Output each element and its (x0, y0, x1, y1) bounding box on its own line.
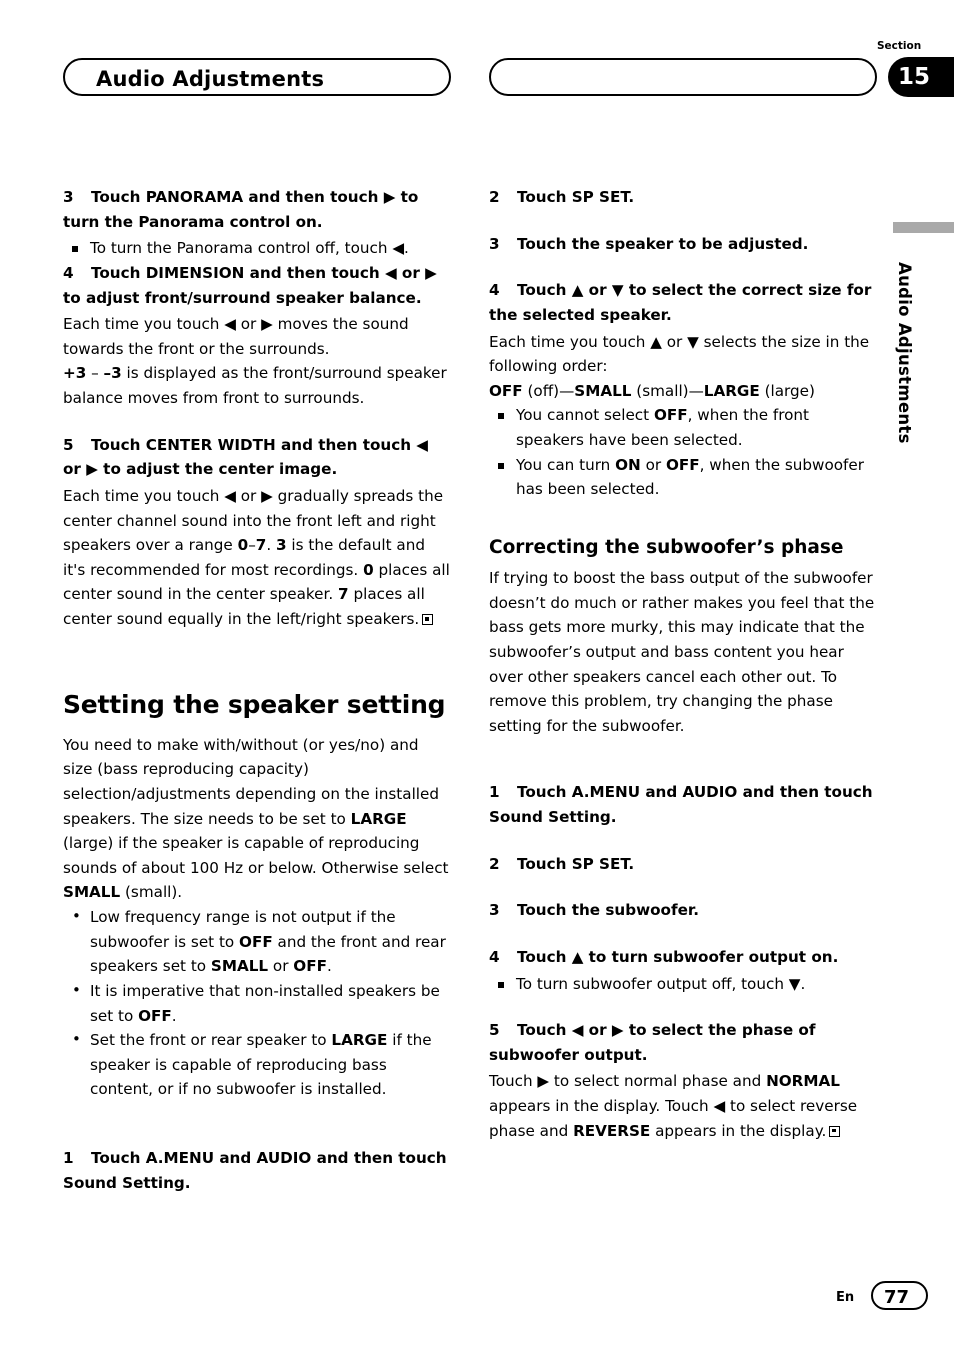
range-dash: – (91, 364, 99, 383)
left-step-4: 4 Touch DIMENSION and then touch ◀ or ▶ t… (63, 261, 450, 310)
speaker-bullet-2: It is imperative that non-installed spea… (63, 978, 450, 1028)
phase-step-1: 1 Touch A.MENU and AUDIO and then touch S… (489, 780, 876, 829)
left-step-1-number: 1 (63, 1149, 74, 1167)
section-number: 15 (898, 64, 931, 90)
range-high: +3 (63, 364, 87, 383)
left-step-5-number: 5 (63, 435, 74, 454)
left-step-4-body-2: +3 – –3 is displayed as the front/surrou… (63, 361, 450, 410)
right-step-2-number: 2 (489, 188, 500, 206)
phase-step-1-number: 1 (489, 783, 500, 802)
page-number: 77 (884, 1287, 910, 1308)
right-step-4-note-1: You cannot select OFF, when the front sp… (489, 403, 876, 452)
left-step-4-text: Touch DIMENSION and then touch ◀ or ▶ to… (63, 263, 437, 307)
speaker-bullet-1: Low frequency range is not output if the… (63, 904, 450, 979)
right-step-3: 3 Touch the speaker to be adjusted. (489, 232, 876, 257)
right-column: 2 Touch SP SET. 3 Touch the speaker to be … (489, 185, 876, 1143)
phase-step-5: 5 Touch ◀ or ▶ to select the phase of sub… (489, 1018, 876, 1067)
footer-page-badge: 77 (871, 1281, 928, 1310)
heading-correcting-subwoofer-phase: Correcting the subwoofer’s phase (489, 536, 844, 558)
left-column: 3 Touch PANORAMA and then touch ▶ to turn… (63, 185, 450, 1197)
right-step-4-text: Touch ▲ or ▼ to select the correct size … (489, 281, 872, 324)
phase-step-5-body: Touch ▶ to select normal phase and NORMA… (489, 1072, 858, 1140)
phase-step-4-note: To turn subwoofer output off, touch ▼. (489, 972, 876, 997)
left-step-3-note: To turn the Panorama control off, touch … (63, 236, 450, 261)
phase-step-3-text: Touch the subwoofer. (517, 901, 699, 920)
phase-step-4-text: Touch ▲ to turn subwoofer output on. (517, 947, 839, 966)
right-step-4-body: Each time you touch ▲ or ▼ selects the s… (489, 332, 870, 376)
section-number-badge: 15 (888, 57, 954, 97)
heading-setting-speaker-setting: Setting the speaker setting (63, 689, 446, 719)
left-step-3: 3 Touch PANORAMA and then touch ▶ to turn… (63, 185, 450, 234)
left-step-3-number: 3 (63, 188, 74, 206)
left-step-4-body-1: Each time you touch ◀ or ▶ moves the sou… (63, 315, 409, 358)
phase-step-2-number: 2 (489, 854, 500, 873)
right-step-4-number: 4 (489, 281, 500, 300)
phase-step-4: 4 Touch ▲ to turn subwoofer output on. (489, 945, 876, 970)
end-mark-icon-2 (829, 1125, 841, 1137)
phase-step-3-number: 3 (489, 901, 500, 920)
speaker-bullet-3: Set the front or rear speaker to LARGE i… (63, 1027, 450, 1102)
side-rule (893, 222, 954, 233)
range-low: –3 (103, 364, 122, 383)
right-step-2-text: Touch SP SET. (517, 188, 635, 206)
page-title: Audio Adjustments (96, 67, 325, 91)
left-step-4-number: 4 (63, 263, 74, 282)
left-step-1: 1 Touch A.MENU and AUDIO and then touch S… (63, 1146, 450, 1195)
left-step-3-text: Touch PANORAMA and then touch ▶ to turn … (63, 188, 419, 231)
phase-step-2-text: Touch SP SET. (517, 854, 635, 873)
left-step-5: 5 Touch CENTER WIDTH and then touch ◀ or … (63, 433, 450, 482)
right-step-4-order: OFF (off)—SMALL (small)—LARGE (large) (489, 381, 815, 400)
header-blank-box (489, 58, 877, 96)
left-step-5-text: Touch CENTER WIDTH and then touch ◀ or ▶… (63, 435, 428, 479)
header-title-box: Audio Adjustments (63, 58, 451, 96)
section-label: Section (877, 40, 922, 52)
phase-step-1-text: Touch A.MENU and AUDIO and then touch So… (489, 783, 873, 826)
phase-step-5-text: Touch ◀ or ▶ to select the phase of subw… (489, 1021, 816, 1064)
left-step-1-text: Touch A.MENU and AUDIO and then touch So… (63, 1149, 447, 1192)
right-step-3-number: 3 (489, 234, 500, 253)
right-step-4-note-2: You can turn ON or OFF, when the subwoof… (489, 453, 876, 502)
phase-step-4-number: 4 (489, 947, 500, 966)
phase-step-5-number: 5 (489, 1021, 500, 1040)
phase-step-3: 3 Touch the subwoofer. (489, 898, 876, 923)
right-step-2: 2 Touch SP SET. (489, 185, 876, 210)
end-mark-icon (422, 614, 434, 625)
phase-intro: If trying to boost the bass output of th… (489, 569, 875, 735)
side-tab-label: Audio Adjustments (895, 262, 914, 444)
footer-language: En (836, 1290, 855, 1305)
speaker-setting-intro: You need to make with/without (or yes/no… (63, 735, 449, 902)
left-step-5-body: Each time you touch ◀ or ▶ gradually spr… (63, 486, 450, 628)
right-step-4: 4 Touch ▲ or ▼ to select the correct size… (489, 278, 876, 327)
right-step-3-text: Touch the speaker to be adjusted. (517, 234, 809, 253)
document-page: Audio Adjustments Section 15 Audio Adjus… (0, 0, 954, 1352)
phase-step-2: 2 Touch SP SET. (489, 852, 876, 877)
